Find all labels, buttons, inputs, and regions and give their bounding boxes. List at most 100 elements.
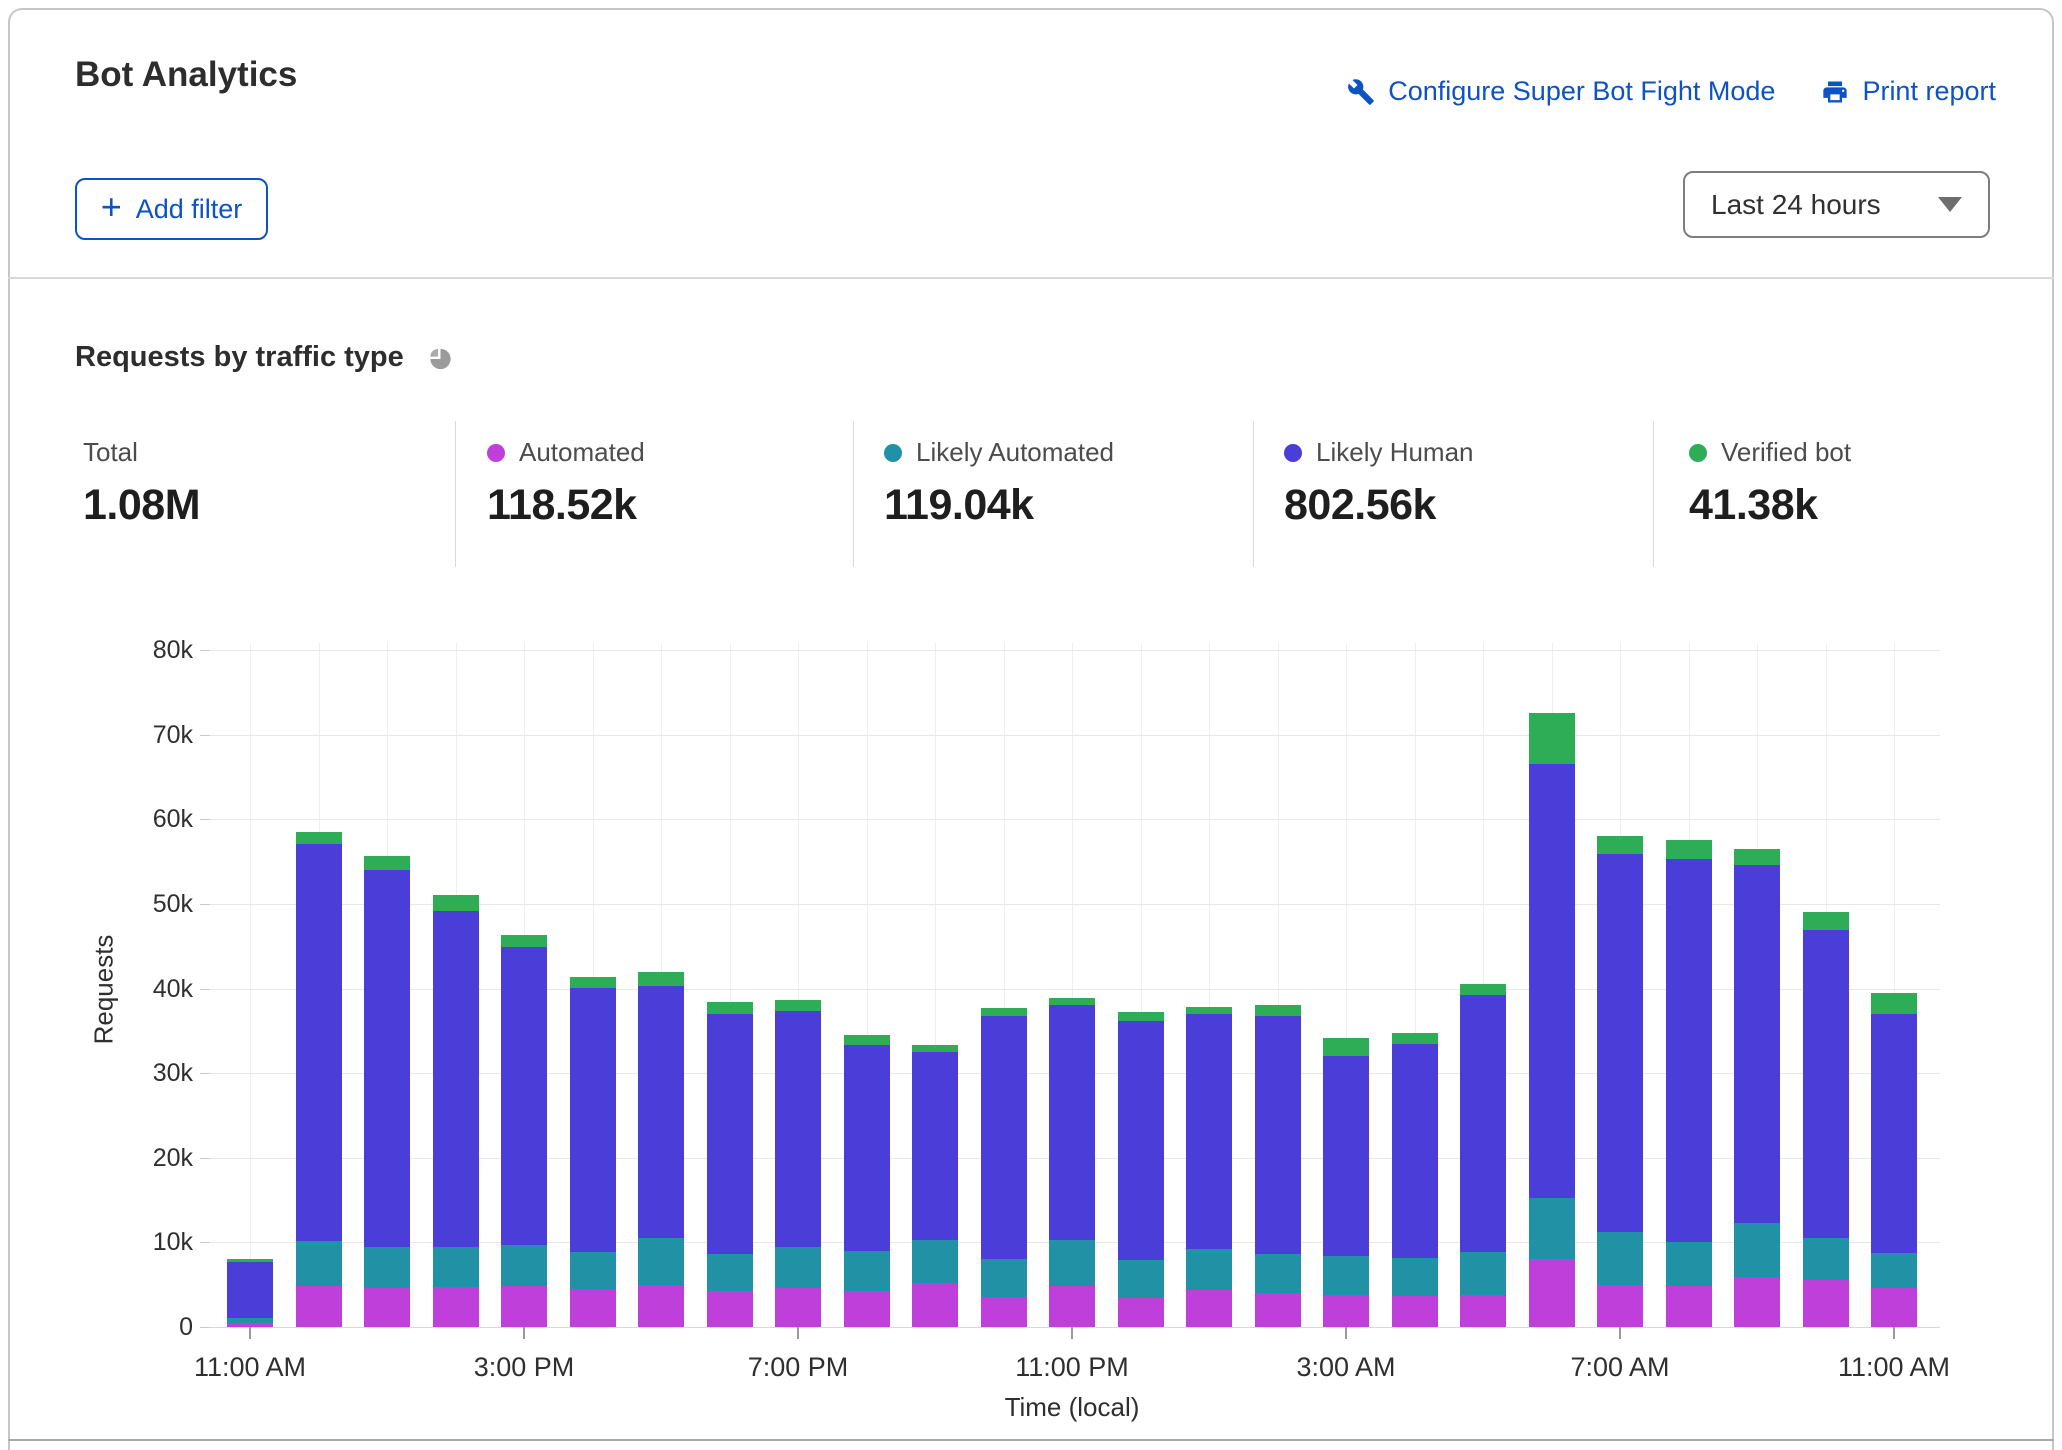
bar-segment-likely-human[interactable]: [1186, 1014, 1232, 1249]
bar-segment-likely-automated[interactable]: [1118, 1260, 1164, 1298]
bar-segment-likely-human[interactable]: [1049, 1005, 1095, 1240]
bar-segment-automated[interactable]: [638, 1285, 684, 1326]
stat-automated[interactable]: Automated118.52k: [487, 437, 645, 530]
bar-segment-likely-human[interactable]: [707, 1014, 753, 1254]
bar-segment-automated[interactable]: [1460, 1295, 1506, 1327]
bar-segment-likely-automated[interactable]: [1871, 1253, 1917, 1289]
bar-segment-automated[interactable]: [1529, 1259, 1575, 1327]
chart-bar[interactable]: [570, 977, 616, 1327]
chart-bar[interactable]: [1323, 1038, 1369, 1327]
chart-bar[interactable]: [1186, 1007, 1232, 1327]
chart-bar[interactable]: [1871, 993, 1917, 1327]
bar-segment-likely-automated[interactable]: [1597, 1232, 1643, 1284]
bar-segment-automated[interactable]: [1666, 1286, 1712, 1327]
bar-segment-verified-bot[interactable]: [1803, 912, 1849, 930]
chart-bar[interactable]: [981, 1008, 1027, 1327]
bar-segment-likely-human[interactable]: [570, 988, 616, 1251]
stat-likely-human[interactable]: Likely Human802.56k: [1284, 437, 1474, 530]
bar-segment-automated[interactable]: [570, 1289, 616, 1327]
configure-super-bot-fight-mode-link[interactable]: Configure Super Bot Fight Mode: [1347, 76, 1775, 107]
bar-segment-likely-human[interactable]: [1118, 1021, 1164, 1260]
bar-segment-likely-human[interactable]: [296, 844, 342, 1241]
bar-segment-automated[interactable]: [1255, 1293, 1301, 1327]
bar-segment-likely-automated[interactable]: [981, 1259, 1027, 1296]
chart-bar[interactable]: [1803, 912, 1849, 1327]
bar-segment-likely-automated[interactable]: [844, 1251, 890, 1291]
bar-segment-verified-bot[interactable]: [1666, 840, 1712, 859]
bar-segment-likely-human[interactable]: [1666, 859, 1712, 1242]
chart-bar[interactable]: [638, 972, 684, 1327]
bar-segment-verified-bot[interactable]: [775, 1000, 821, 1011]
bar-segment-automated[interactable]: [1871, 1288, 1917, 1327]
bar-segment-likely-automated[interactable]: [912, 1240, 958, 1283]
chart-bar[interactable]: [227, 1259, 273, 1327]
add-filter-button[interactable]: + Add filter: [75, 178, 268, 240]
bar-segment-likely-automated[interactable]: [1392, 1258, 1438, 1296]
bar-segment-likely-human[interactable]: [1392, 1044, 1438, 1257]
bar-segment-likely-human[interactable]: [1871, 1014, 1917, 1253]
bar-segment-automated[interactable]: [844, 1291, 890, 1327]
bar-segment-automated[interactable]: [981, 1297, 1027, 1327]
chart-bar[interactable]: [296, 832, 342, 1327]
bar-segment-verified-bot[interactable]: [1323, 1038, 1369, 1056]
bar-segment-likely-automated[interactable]: [1323, 1256, 1369, 1295]
bar-segment-likely-human[interactable]: [227, 1262, 273, 1318]
bar-segment-verified-bot[interactable]: [501, 935, 547, 947]
bar-segment-likely-automated[interactable]: [1734, 1223, 1780, 1277]
stat-verified-bot[interactable]: Verified bot41.38k: [1689, 437, 1851, 530]
bar-segment-verified-bot[interactable]: [1734, 849, 1780, 865]
bar-segment-likely-human[interactable]: [1323, 1056, 1369, 1256]
bar-segment-verified-bot[interactable]: [1118, 1012, 1164, 1020]
bar-segment-likely-automated[interactable]: [570, 1252, 616, 1289]
bar-segment-verified-bot[interactable]: [1255, 1005, 1301, 1015]
bar-segment-verified-bot[interactable]: [1392, 1033, 1438, 1044]
bar-segment-verified-bot[interactable]: [1871, 993, 1917, 1014]
bar-segment-automated[interactable]: [433, 1287, 479, 1327]
bar-segment-verified-bot[interactable]: [707, 1002, 753, 1014]
bar-segment-verified-bot[interactable]: [844, 1035, 890, 1045]
bar-segment-likely-human[interactable]: [638, 986, 684, 1238]
stat-likely-automated[interactable]: Likely Automated119.04k: [884, 437, 1114, 530]
chart-bar[interactable]: [844, 1035, 890, 1327]
bar-segment-likely-automated[interactable]: [433, 1247, 479, 1288]
bar-segment-likely-human[interactable]: [364, 870, 410, 1247]
stat-total[interactable]: Total1.08M: [83, 437, 200, 530]
bar-segment-likely-automated[interactable]: [707, 1254, 753, 1291]
chart-bar[interactable]: [433, 895, 479, 1327]
bar-segment-likely-automated[interactable]: [1666, 1242, 1712, 1287]
bar-segment-automated[interactable]: [1392, 1296, 1438, 1327]
bar-segment-verified-bot[interactable]: [638, 972, 684, 986]
bar-segment-likely-human[interactable]: [1460, 995, 1506, 1251]
bar-segment-likely-automated[interactable]: [1460, 1252, 1506, 1295]
bar-segment-likely-automated[interactable]: [1529, 1198, 1575, 1260]
bar-segment-likely-automated[interactable]: [1186, 1249, 1232, 1290]
bar-segment-verified-bot[interactable]: [296, 832, 342, 844]
bar-segment-automated[interactable]: [1323, 1295, 1369, 1327]
bar-segment-automated[interactable]: [1049, 1286, 1095, 1327]
bar-segment-likely-automated[interactable]: [775, 1247, 821, 1288]
bar-segment-likely-human[interactable]: [1255, 1016, 1301, 1255]
chart-bar[interactable]: [775, 1000, 821, 1327]
bar-segment-verified-bot[interactable]: [1597, 836, 1643, 854]
bar-segment-likely-automated[interactable]: [364, 1247, 410, 1288]
bar-segment-likely-human[interactable]: [1529, 764, 1575, 1197]
bar-segment-automated[interactable]: [775, 1288, 821, 1327]
bar-segment-automated[interactable]: [707, 1291, 753, 1327]
bar-segment-verified-bot[interactable]: [1529, 713, 1575, 764]
bar-segment-verified-bot[interactable]: [1186, 1007, 1232, 1014]
bar-segment-likely-human[interactable]: [912, 1052, 958, 1240]
bar-segment-likely-human[interactable]: [775, 1011, 821, 1246]
bar-segment-automated[interactable]: [1803, 1280, 1849, 1327]
bar-segment-likely-human[interactable]: [981, 1016, 1027, 1259]
bar-segment-automated[interactable]: [1734, 1277, 1780, 1327]
time-range-select[interactable]: Last 24 hours: [1683, 171, 1990, 238]
chart-bar[interactable]: [1118, 1012, 1164, 1327]
print-report-link[interactable]: Print report: [1821, 76, 1996, 107]
bar-segment-verified-bot[interactable]: [364, 856, 410, 870]
chart-bar[interactable]: [707, 1002, 753, 1327]
bar-segment-likely-automated[interactable]: [296, 1241, 342, 1286]
bar-segment-automated[interactable]: [1118, 1298, 1164, 1327]
bar-segment-likely-human[interactable]: [1597, 854, 1643, 1232]
chart-bar[interactable]: [1255, 1005, 1301, 1327]
bar-segment-likely-automated[interactable]: [638, 1238, 684, 1285]
